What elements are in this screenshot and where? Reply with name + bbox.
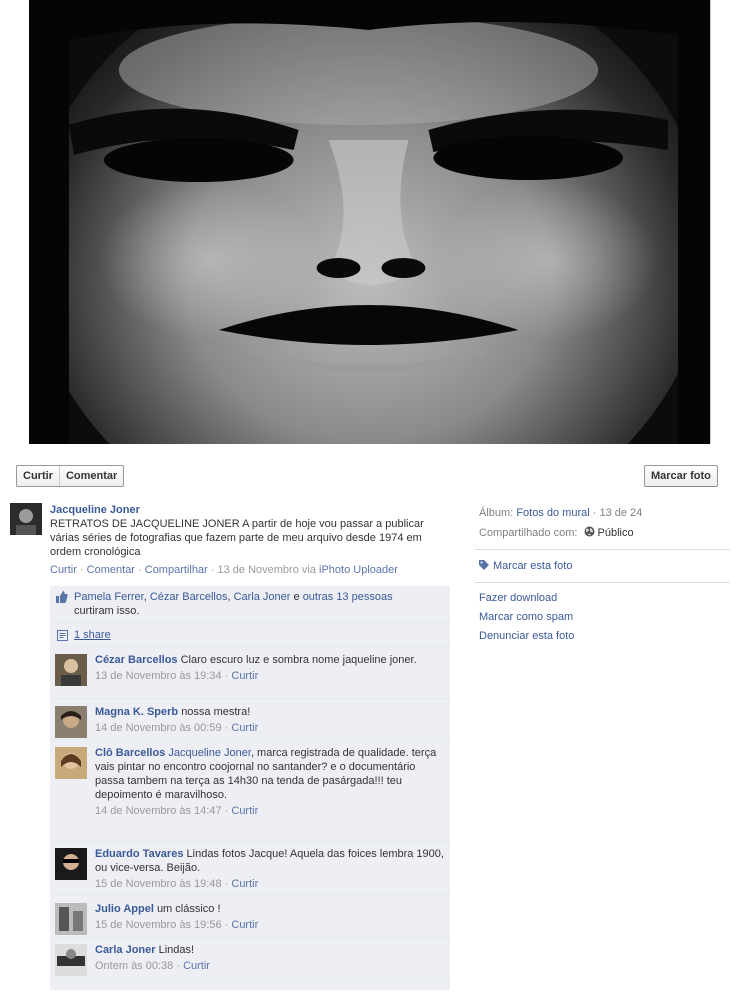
commenter-name[interactable]: Clô Barcellos xyxy=(95,747,165,759)
separator: · xyxy=(221,878,232,890)
download-link[interactable]: Fazer download xyxy=(479,589,730,608)
report-photo-link[interactable]: Denunciar esta foto xyxy=(479,627,730,646)
album-link[interactable]: Fotos do mural xyxy=(516,507,589,519)
post-like-link[interactable]: Curtir xyxy=(50,564,77,576)
commenter-avatar[interactable] xyxy=(55,747,87,779)
tag-this-photo-link[interactable]: Marcar esta foto xyxy=(493,560,572,572)
author-avatar[interactable] xyxy=(10,503,42,535)
comment-time: 13 de Novembro às 19:34 xyxy=(95,670,222,682)
comment-button[interactable]: Comentar xyxy=(58,466,123,486)
divider xyxy=(475,582,730,583)
separator: · xyxy=(134,564,145,576)
liker-link[interactable]: Cézar Barcellos xyxy=(150,591,228,603)
commenter-name[interactable]: Magna K. Sperb xyxy=(95,706,178,718)
author-name-link[interactable]: Jacqueline Joner xyxy=(50,503,450,517)
comment-text: Lindas! xyxy=(158,944,195,956)
comment-item: Clô Barcellos Jacqueline Joner, marca re… xyxy=(50,739,450,840)
commenter-avatar[interactable] xyxy=(55,903,87,935)
comment-time: Ontem às 00:38 xyxy=(95,960,174,972)
comment-text: nossa mestra! xyxy=(181,706,251,718)
commenter-avatar[interactable] xyxy=(55,706,87,738)
separator: · xyxy=(221,722,232,734)
post-date: 13 de Novembro via xyxy=(217,564,316,576)
mention-link[interactable]: Jacqueline Joner xyxy=(168,747,251,759)
commenter-avatar[interactable] xyxy=(55,654,87,686)
album-row: Álbum: Fotos do mural · 13 de 24 xyxy=(479,503,730,523)
globe-icon xyxy=(584,526,594,537)
photo-info-sidebar: Álbum: Fotos do mural · 13 de 24 Compart… xyxy=(475,503,730,646)
comment-text: Claro escuro luz e sombra nome jaqueline… xyxy=(180,654,417,666)
portrait-image xyxy=(29,0,710,444)
post-app-link[interactable]: iPhoto Uploader xyxy=(319,564,398,576)
privacy-row: Compartilhado com: Público xyxy=(479,523,730,543)
post-share-link[interactable]: Compartilhar xyxy=(145,564,208,576)
comment-box-stub xyxy=(50,980,450,990)
commenter-avatar[interactable] xyxy=(55,848,87,880)
liker-link[interactable]: Pamela Ferrer xyxy=(74,591,144,603)
commenter-name[interactable]: Julio Appel xyxy=(95,903,154,915)
tag-photo-button[interactable]: Marcar foto xyxy=(644,465,718,487)
comment-item: Cézar Barcellos Claro escuro luz e sombr… xyxy=(50,646,450,698)
comment-like-link[interactable]: Curtir xyxy=(231,805,258,817)
liker-link[interactable]: Carla Joner xyxy=(234,591,291,603)
comment-text: um clássico ! xyxy=(156,903,221,915)
post-meta: Curtir · Comentar · Compartilhar · 13 de… xyxy=(50,563,450,577)
like-comment-group: Curtir Comentar xyxy=(16,465,125,487)
comment-like-link[interactable]: Curtir xyxy=(231,722,258,734)
commenter-name[interactable]: Cézar Barcellos xyxy=(95,654,178,666)
comment-time: 14 de Novembro às 00:59 xyxy=(95,722,222,734)
separator: · xyxy=(221,919,232,931)
mark-spam-link[interactable]: Marcar como spam xyxy=(479,608,730,627)
comment-time: 15 de Novembro às 19:56 xyxy=(95,919,222,931)
connector: e xyxy=(290,591,303,603)
commenter-avatar[interactable] xyxy=(55,944,87,976)
shared-label: Compartilhado com: xyxy=(479,527,578,539)
album-label: Álbum: xyxy=(479,507,514,519)
comment-like-link[interactable]: Curtir xyxy=(231,878,258,890)
like-button[interactable]: Curtir xyxy=(17,466,59,486)
separator: · xyxy=(76,564,87,576)
album-position: · 13 de 24 xyxy=(589,507,643,519)
post: Jacqueline Joner RETRATOS DE JACQUELINE … xyxy=(10,503,455,579)
feedback-box: Pamela Ferrer, Cézar Barcellos, Carla Jo… xyxy=(50,586,450,990)
comment-item: Julio Appel um clássico ! 15 de Novembro… xyxy=(50,895,450,936)
comment-item: Carla Joner Lindas! Ontem às 00:38 · Cur… xyxy=(50,936,450,980)
commenter-name[interactable]: Carla Joner xyxy=(95,944,156,956)
comment-time: 15 de Novembro às 19:48 xyxy=(95,878,222,890)
likes-sentence: Pamela Ferrer, Cézar Barcellos, Carla Jo… xyxy=(50,586,450,622)
separator: · xyxy=(207,564,218,576)
divider xyxy=(475,549,730,550)
separator: · xyxy=(173,960,184,972)
tag-photo-row[interactable]: Marcar esta foto xyxy=(479,556,730,576)
photo[interactable] xyxy=(29,0,711,444)
post-text: RETRATOS DE JACQUELINE JONER A partir de… xyxy=(50,518,424,558)
comment-like-link[interactable]: Curtir xyxy=(231,670,258,682)
comment-like-link[interactable]: Curtir xyxy=(183,960,210,972)
comment-item: Magna K. Sperb nossa mestra! 14 de Novem… xyxy=(50,698,450,739)
shares-link[interactable]: 1 share xyxy=(74,629,111,641)
shares-row: 1 share xyxy=(50,622,450,646)
comment-item: Eduardo Tavares Lindas fotos Jacque! Aqu… xyxy=(50,840,450,895)
comment-time: 14 de Novembro às 14:47 xyxy=(95,805,222,817)
share-icon xyxy=(57,630,68,641)
commenter-name[interactable]: Eduardo Tavares xyxy=(95,848,183,860)
other-likers-link[interactable]: outras 13 pessoas xyxy=(303,591,393,603)
thumbs-up-icon xyxy=(56,591,68,603)
privacy-value[interactable]: Público xyxy=(598,527,634,539)
separator: · xyxy=(221,805,232,817)
tag-icon xyxy=(479,560,489,570)
separator: · xyxy=(221,670,232,682)
likes-suffix: curtiram isso. xyxy=(74,605,140,617)
post-comment-link[interactable]: Comentar xyxy=(87,564,135,576)
comment-like-link[interactable]: Curtir xyxy=(231,919,258,931)
